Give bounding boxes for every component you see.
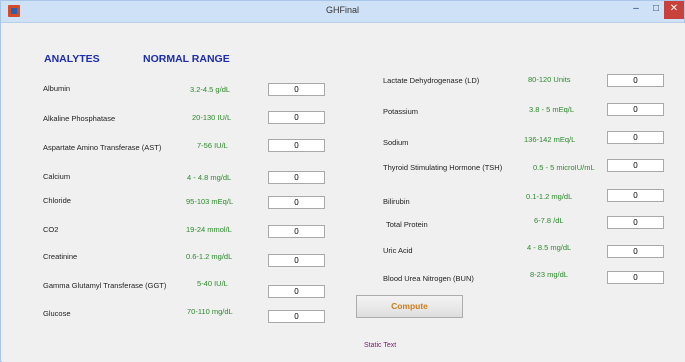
form-panel: ANALYTES NORMAL RANGE Albumin 3.2-4.5 g/… xyxy=(2,23,685,362)
static-text: Static Text xyxy=(364,342,397,349)
input-potassium[interactable]: 0 xyxy=(607,103,664,116)
app-window: GHFinal – □ ✕ ANALYTES NORMAL RANGE Albu… xyxy=(0,0,685,362)
label-uric-acid: Uric Acid xyxy=(383,246,413,255)
label-bun: Blood Urea Nitrogen (BUN) xyxy=(383,274,474,283)
range-ast: 7-56 IU/L xyxy=(197,141,228,150)
input-tsh[interactable]: 0 xyxy=(607,159,664,172)
input-calcium[interactable]: 0 xyxy=(268,171,325,184)
window-title: GHFinal xyxy=(325,5,359,15)
range-co2: 19-24 mmol/L xyxy=(186,225,232,234)
label-creatinine: Creatinine xyxy=(43,252,78,261)
label-sodium: Sodium xyxy=(383,138,409,147)
label-potassium: Potassium xyxy=(383,107,419,116)
range-sodium: 136-142 mEq/L xyxy=(524,135,576,144)
range-bun: 8-23 mg/dL xyxy=(530,270,568,279)
range-potassium: 3.8 - 5 mEq/L xyxy=(529,105,575,114)
label-calcium: Calcium xyxy=(43,172,71,181)
input-ggt[interactable]: 0 xyxy=(268,285,325,298)
label-ggt: Gamma Glutamyl Transferase (GGT) xyxy=(43,281,167,290)
maximize-button[interactable]: □ xyxy=(648,1,664,19)
range-ld: 80-120 Units xyxy=(528,75,571,84)
input-bilirubin[interactable]: 0 xyxy=(607,189,664,202)
input-co2[interactable]: 0 xyxy=(268,225,325,238)
input-creatinine[interactable]: 0 xyxy=(268,254,325,267)
range-ggt: 5-40 IU/L xyxy=(197,279,228,288)
label-alkaline-phosphatase: Alkaline Phosphatase xyxy=(43,114,116,123)
label-ld: Lactate Dehydrogenase (LD) xyxy=(383,76,480,85)
input-albumin[interactable]: 0 xyxy=(268,83,325,96)
range-bilirubin: 0.1-1.2 mg/dL xyxy=(526,192,573,201)
input-glucose[interactable]: 0 xyxy=(268,310,325,323)
input-ast[interactable]: 0 xyxy=(268,139,325,152)
range-tsh: 0.5 - 5 microIU/mL xyxy=(533,163,595,172)
label-chloride: Chloride xyxy=(43,196,71,205)
range-albumin: 3.2-4.5 g/dL xyxy=(190,85,231,94)
title-bar: GHFinal – □ ✕ xyxy=(1,1,684,23)
range-uric-acid: 4 - 8.5 mg/dL xyxy=(527,243,572,252)
input-total-protein[interactable]: 0 xyxy=(607,216,664,229)
normal-range-heading: NORMAL RANGE xyxy=(143,53,230,65)
input-sodium[interactable]: 0 xyxy=(607,131,664,144)
analytes-heading: ANALYTES xyxy=(44,53,100,65)
range-total-protein: 6-7.8 /dL xyxy=(534,216,564,225)
label-glucose: Glucose xyxy=(43,309,71,318)
close-button[interactable]: ✕ xyxy=(664,1,684,19)
compute-button[interactable]: Compute xyxy=(356,295,463,318)
label-tsh: Thyroid Stimulating Hormone (TSH) xyxy=(383,163,503,172)
range-glucose: 70-110 mg/dL xyxy=(187,307,233,316)
range-alkaline-phosphatase: 20-130 IU/L xyxy=(192,113,232,122)
input-alkaline-phosphatase[interactable]: 0 xyxy=(268,111,325,124)
label-co2: CO2 xyxy=(43,225,59,234)
label-albumin: Albumin xyxy=(43,84,71,93)
input-uric-acid[interactable]: 0 xyxy=(607,245,664,258)
input-chloride[interactable]: 0 xyxy=(268,196,325,209)
label-bilirubin: Bilirubin xyxy=(383,197,410,206)
range-chloride: 95-103 mEq/L xyxy=(186,197,234,206)
range-creatinine: 0.6-1.2 mg/dL xyxy=(186,252,233,261)
minimize-button[interactable]: – xyxy=(624,1,648,19)
input-ld[interactable]: 0 xyxy=(607,74,664,87)
range-calcium: 4 - 4.8 mg/dL xyxy=(187,173,232,182)
input-bun[interactable]: 0 xyxy=(607,271,664,284)
label-ast: Aspartate Amino Transferase (AST) xyxy=(43,143,162,152)
label-total-protein: Total Protein xyxy=(386,220,428,229)
